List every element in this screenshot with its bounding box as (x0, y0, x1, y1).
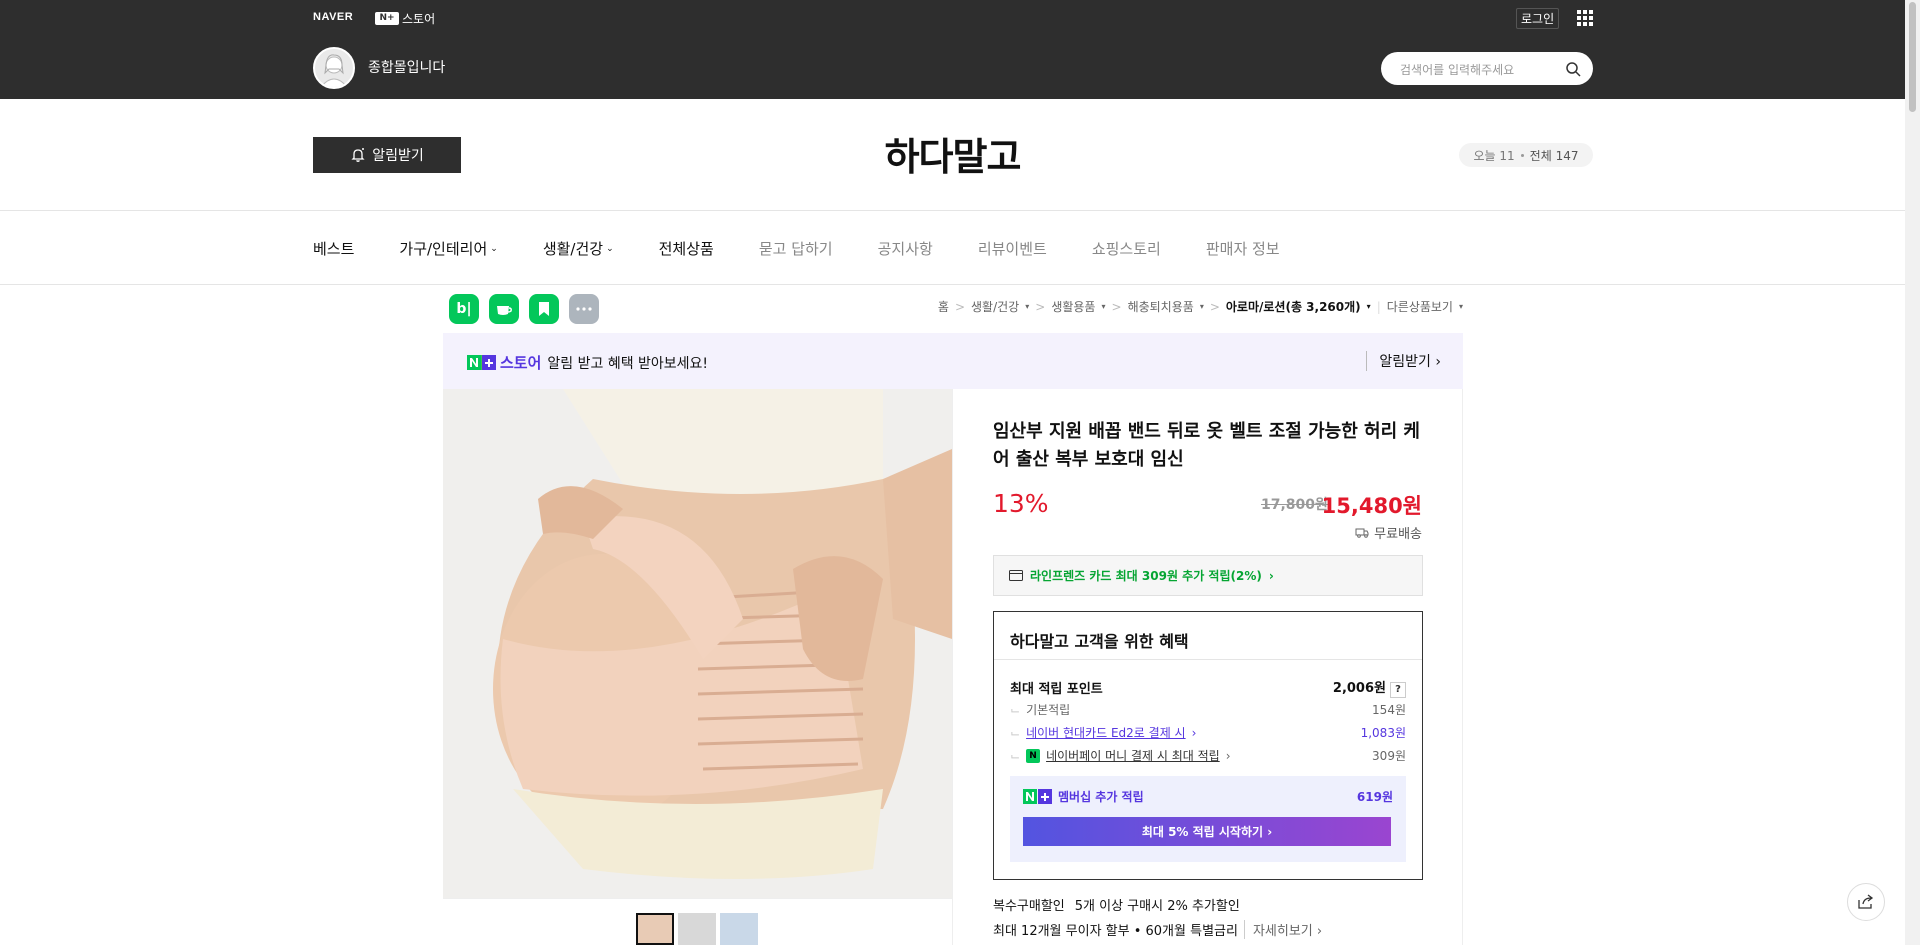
card-points-row: ⌙ 네이버 현대카드 Ed2로 결제 시 › 1,083원 (1010, 724, 1406, 741)
truck-icon (1355, 528, 1369, 538)
chevron-down-icon: ⌄ (606, 243, 614, 254)
breadcrumb-item[interactable]: 해충퇴치용품 (1128, 298, 1194, 315)
search-input[interactable]: 검색어를 입력해주세요 (1400, 61, 1514, 78)
nplus-icon: N+ (375, 12, 399, 25)
max-points-value: 2,006원 (1332, 681, 1386, 696)
chevron-down-icon: ⌄ (490, 243, 498, 254)
bulk-discount-value: 5개 이상 구매시 2% 추가할인 (1074, 899, 1240, 914)
naver-logo[interactable]: NAVER (313, 11, 353, 23)
banner-message: 알림 받고 혜택 받아보세요! (547, 355, 709, 372)
breadcrumb: 홈 > 생활/건강 ▾ > 생활용품 ▾ > 해충퇴치용품 ▾ > 아로마/로션(총 … (937, 298, 1463, 315)
visitors-total: 전체 147 (1529, 148, 1579, 163)
scrollbar-thumb[interactable] (1909, 2, 1916, 112)
product-image[interactable] (443, 389, 952, 898)
thumbnail-list (636, 913, 758, 945)
category-nav: 베스트 가구/인테리어 ⌄ 생활/건강 ⌄ 전체상품 묻고 답하기 공지사항 리뷰이… (313, 238, 1325, 259)
base-points-row: ⌙ 기본적립 154원 (1010, 702, 1406, 718)
bookmark-share-icon[interactable] (529, 294, 559, 324)
search-icon[interactable] (1565, 61, 1581, 77)
installment-more-link[interactable]: 자세히보기 › (1243, 920, 1322, 939)
pay-points-row: ⌙ N 네이버페이 머니 결제 시 최대 적립 › 309원 (1010, 747, 1406, 764)
benefit-box: 하다말고 고객을 위한 혜택 최대 적립 포인트 2,006원? ⌙ 기본적립 1… (993, 611, 1423, 880)
nav-notice[interactable]: 공지사항 (878, 238, 933, 259)
top-bar: NAVER N+ 스토어 로그인 종합몰입니다 검색어를 입력해주세요 (0, 0, 1920, 99)
cafe-share-icon[interactable] (489, 294, 519, 324)
breadcrumb-current[interactable]: 아로마/로션(총 3,260개) (1226, 298, 1361, 315)
sns-share-buttons: b| (449, 294, 599, 324)
nav-furniture[interactable]: 가구/인테리어 ⌄ (399, 238, 497, 259)
naver-pay-link[interactable]: 네이버페이 머니 결제 시 최대 적립 (1046, 747, 1220, 764)
store-avatar[interactable] (313, 47, 355, 89)
credit-card-icon (1009, 570, 1023, 581)
base-points-label: 기본적립 (1026, 703, 1071, 717)
apps-grid-icon[interactable] (1577, 10, 1593, 26)
breadcrumb-home[interactable]: 홈 (938, 298, 949, 315)
blog-share-icon[interactable]: b| (449, 294, 479, 324)
card-points-value: 1,083원 (1360, 726, 1406, 740)
nav-living-health[interactable]: 생활/건강 ⌄ (543, 238, 614, 259)
membership-box: 멤버십 추가 적립 619원 최대 5% 적립 시작하기 › (1010, 776, 1406, 862)
installment-text: 최대 12개월 무이자 할부 • 60개월 특별금리 (993, 924, 1238, 939)
max-points-label: 최대 적립 포인트 (1010, 682, 1103, 697)
nav-shopping-story[interactable]: 쇼핑스토리 (1092, 238, 1161, 259)
installment-info: 최대 12개월 무이자 할부 • 60개월 특별금리 자세히보기 › (993, 920, 1322, 939)
other-products-dropdown[interactable]: 다른상품보기 (1387, 298, 1453, 315)
pay-points-value: 309원 (1372, 749, 1406, 763)
nplus-store-label: 스토어 (402, 12, 436, 26)
login-button[interactable]: 로그인 (1516, 8, 1560, 29)
bulk-discount: 복수구매할인 5개 이상 구매시 2% 추가할인 (993, 895, 1240, 914)
breadcrumb-item[interactable]: 생활용품 (1051, 298, 1095, 315)
notify-banner: 스토어 알림 받고 혜택 받아보세요! 알림받기 › (443, 333, 1463, 389)
shipping-label: 무료배송 (1374, 527, 1422, 542)
nplus-icon (1023, 789, 1052, 804)
thumbnail-2[interactable] (678, 913, 716, 945)
banner-store-label: 스토어 (500, 354, 542, 372)
membership-start-button[interactable]: 최대 5% 적립 시작하기 › (1023, 817, 1391, 846)
card-offer-text: 라인프렌즈 카드 최대 309원 추가 적립(2%) (1030, 569, 1262, 583)
shipping-info: 무료배송 (1355, 523, 1422, 542)
nav-best[interactable]: 베스트 (313, 238, 354, 259)
base-points-value: 154원 (1372, 703, 1406, 717)
nav-all-products[interactable]: 전체상품 (659, 238, 714, 259)
bulk-discount-label: 복수구매할인 (993, 899, 1065, 914)
divider (0, 284, 1905, 285)
sale-price: 15,480원 (1321, 494, 1422, 518)
nplus-icon (467, 355, 496, 370)
membership-label: 멤버십 추가 적립 (1058, 790, 1144, 804)
card-offer-link[interactable]: 라인프렌즈 카드 최대 309원 추가 적립(2%) › (993, 555, 1423, 596)
banner-notify-link[interactable]: 알림받기 › (1366, 351, 1441, 371)
max-points-row: 최대 적립 포인트 2,006원? (1010, 677, 1406, 698)
thumbnail-1[interactable] (636, 913, 674, 945)
chevron-right-icon: › (1268, 568, 1274, 583)
page-scrollbar[interactable] (1905, 0, 1920, 945)
help-icon[interactable]: ? (1390, 682, 1406, 698)
product-title: 임산부 지원 배꼽 밴드 뒤로 옷 벨트 조절 가능한 허리 케어 출산 복부 … (993, 421, 1420, 470)
shop-title[interactable]: 하다말고 (0, 126, 1905, 181)
store-name[interactable]: 종합몰입니다 (368, 57, 445, 77)
visitors-today: 오늘 11 (1473, 148, 1515, 163)
nav-review-event[interactable]: 리뷰이벤트 (978, 238, 1047, 259)
visitor-count: 오늘 11 전체 147 (1459, 143, 1593, 167)
naver-card-link[interactable]: 네이버 현대카드 Ed2로 결제 시 (1026, 724, 1186, 741)
divider (0, 210, 1905, 211)
nplus-store-link[interactable]: N+ 스토어 (375, 10, 435, 27)
breadcrumb-item[interactable]: 생활/건강 (971, 298, 1019, 315)
membership-value: 619원 (1356, 790, 1393, 804)
share-button[interactable] (1847, 883, 1885, 921)
thumbnail-3[interactable] (720, 913, 758, 945)
benefit-heading: 하다말고 고객을 위한 혜택 (1010, 632, 1189, 651)
naver-pay-icon: N (1026, 748, 1041, 763)
share-icon (1858, 894, 1874, 909)
divider (443, 898, 952, 899)
nav-seller-info[interactable]: 판매자 정보 (1206, 238, 1280, 259)
discount-rate: 13% (993, 489, 1049, 518)
search-box[interactable]: 검색어를 입력해주세요 (1381, 52, 1593, 85)
original-price: 17,800원 (1261, 497, 1328, 513)
nav-qna[interactable]: 묻고 답하기 (759, 238, 833, 259)
more-share-icon[interactable] (569, 294, 599, 324)
